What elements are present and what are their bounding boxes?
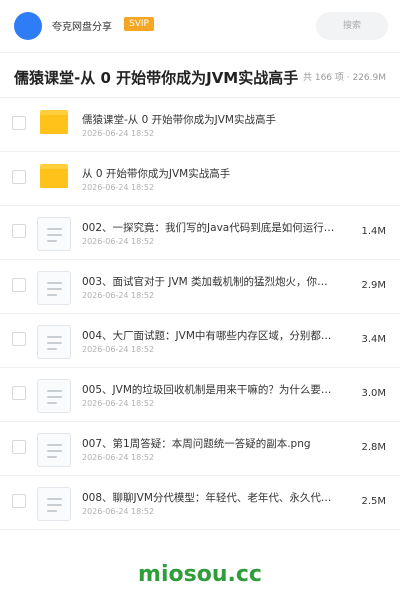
- document-icon: [37, 487, 71, 521]
- document-icon: [37, 325, 71, 359]
- select-checkbox[interactable]: [12, 278, 26, 292]
- file-date: 2026-06-24 18:52: [82, 399, 155, 408]
- file-date: 2026-06-24 18:52: [82, 345, 155, 354]
- file-date: 2026-06-24 18:52: [82, 291, 155, 300]
- avatar[interactable]: [14, 12, 42, 40]
- top-bar: 夸克网盘分享 SVIP 搜索: [0, 0, 400, 52]
- document-icon: [37, 271, 71, 305]
- file-row[interactable]: 003、面试官对于 JVM 类加载机制的猛烈炮火，你能抗住吗？ 2026-06-2…: [0, 260, 400, 314]
- select-checkbox[interactable]: [12, 494, 26, 508]
- page-title: 儒猿课堂-从 0 开始带你成为JVM实战高手: [14, 69, 299, 87]
- user-name[interactable]: 夸克网盘分享: [52, 18, 112, 33]
- file-name[interactable]: 008、聊聊JVM分代模型：年轻代、老年代、永久代…: [82, 490, 338, 505]
- svip-badge: SVIP: [124, 17, 154, 31]
- search-input[interactable]: 搜索: [316, 12, 388, 40]
- file-size: 2.9M: [361, 280, 386, 291]
- file-name[interactable]: 004、大厂面试题：JVM中有哪些内存区域，分别都是用来干嘛的？: [82, 328, 338, 343]
- file-row[interactable]: 儒猿课堂-从 0 开始带你成为JVM实战高手 2026-06-24 18:52: [0, 98, 400, 152]
- document-icon: [37, 217, 71, 251]
- file-name[interactable]: 003、面试官对于 JVM 类加载机制的猛烈炮火，你能抗住吗？: [82, 274, 338, 289]
- file-size: 3.0M: [361, 388, 386, 399]
- file-date: 2026-06-24 18:52: [82, 237, 155, 246]
- watermark: miosou.cc: [138, 562, 262, 587]
- file-name[interactable]: 005、JVM的垃圾回收机制是用来干嘛的？为什么要垃圾回收？: [82, 382, 338, 397]
- file-row[interactable]: 007、第1周答疑：本周问题统一答疑的副本.png 2026-06-24 18:5…: [0, 422, 400, 476]
- file-list: 儒猿课堂-从 0 开始带你成为JVM实战高手 2026-06-24 18:52 从 …: [0, 98, 400, 530]
- file-name[interactable]: 儒猿课堂-从 0 开始带你成为JVM实战高手: [82, 112, 382, 127]
- file-size: 1.4M: [361, 226, 386, 237]
- file-size: 2.8M: [361, 442, 386, 453]
- item-count-summary: 共 166 项 · 226.9M: [302, 73, 386, 83]
- select-checkbox[interactable]: [12, 440, 26, 454]
- select-checkbox[interactable]: [12, 116, 26, 130]
- document-icon: [37, 379, 71, 413]
- folder-icon: [40, 164, 68, 188]
- file-date: 2026-06-24 18:52: [82, 129, 155, 138]
- file-row[interactable]: 004、大厂面试题：JVM中有哪些内存区域，分别都是用来干嘛的？ 2026-06-…: [0, 314, 400, 368]
- file-row[interactable]: 008、聊聊JVM分代模型：年轻代、老年代、永久代… 2026-06-24 18:…: [0, 476, 400, 530]
- file-row[interactable]: 005、JVM的垃圾回收机制是用来干嘛的？为什么要垃圾回收？ 2026-06-24…: [0, 368, 400, 422]
- file-date: 2026-06-24 18:52: [82, 507, 155, 516]
- file-row[interactable]: 002、一探究竟：我们写的Java代码到底是如何运行起来的？ 2026-06-24…: [0, 206, 400, 260]
- folder-icon: [40, 110, 68, 134]
- file-name[interactable]: 002、一探究竟：我们写的Java代码到底是如何运行起来的？: [82, 220, 338, 235]
- file-name[interactable]: 从 0 开始带你成为JVM实战高手: [82, 166, 382, 181]
- file-size: 3.4M: [361, 334, 386, 345]
- select-checkbox[interactable]: [12, 386, 26, 400]
- select-checkbox[interactable]: [12, 170, 26, 184]
- folder-title-bar: 儒猿课堂-从 0 开始带你成为JVM实战高手 共 166 项 · 226.9M: [0, 52, 400, 98]
- file-date: 2026-06-24 18:52: [82, 183, 155, 192]
- document-icon: [37, 433, 71, 467]
- file-row[interactable]: 从 0 开始带你成为JVM实战高手 2026-06-24 18:52: [0, 152, 400, 206]
- file-name[interactable]: 007、第1周答疑：本周问题统一答疑的副本.png: [82, 436, 338, 451]
- file-size: 2.5M: [361, 496, 386, 507]
- file-date: 2026-06-24 18:52: [82, 453, 155, 462]
- select-checkbox[interactable]: [12, 332, 26, 346]
- select-checkbox[interactable]: [12, 224, 26, 238]
